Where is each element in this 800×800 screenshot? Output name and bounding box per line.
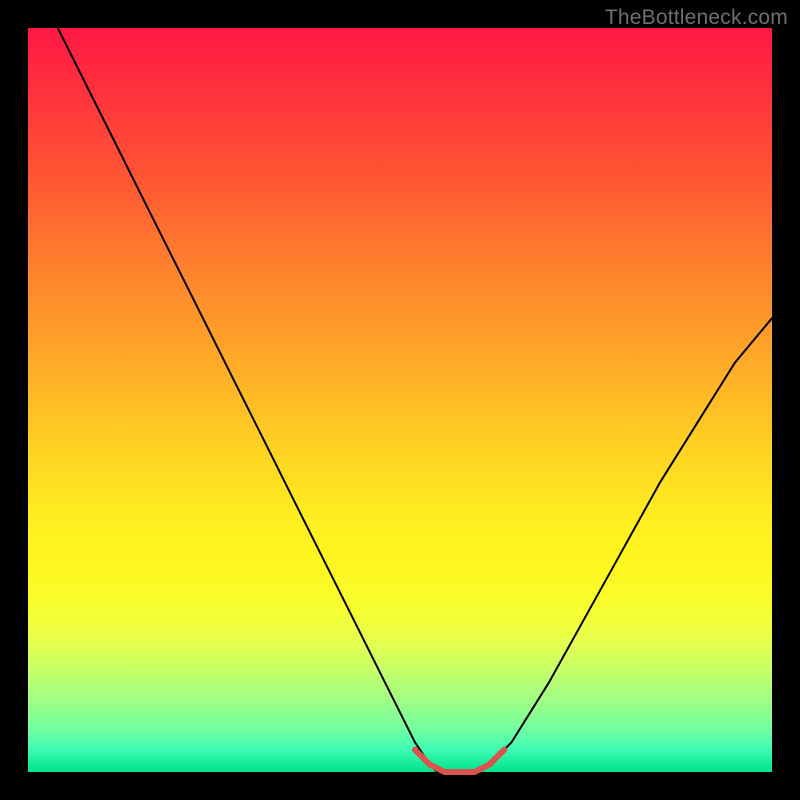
curve-svg bbox=[28, 28, 772, 772]
plot-area bbox=[28, 28, 772, 772]
bottleneck-curve bbox=[58, 28, 772, 772]
chart-frame: TheBottleneck.com bbox=[0, 0, 800, 800]
watermark-label: TheBottleneck.com bbox=[605, 6, 788, 30]
optimal-band bbox=[415, 750, 504, 772]
